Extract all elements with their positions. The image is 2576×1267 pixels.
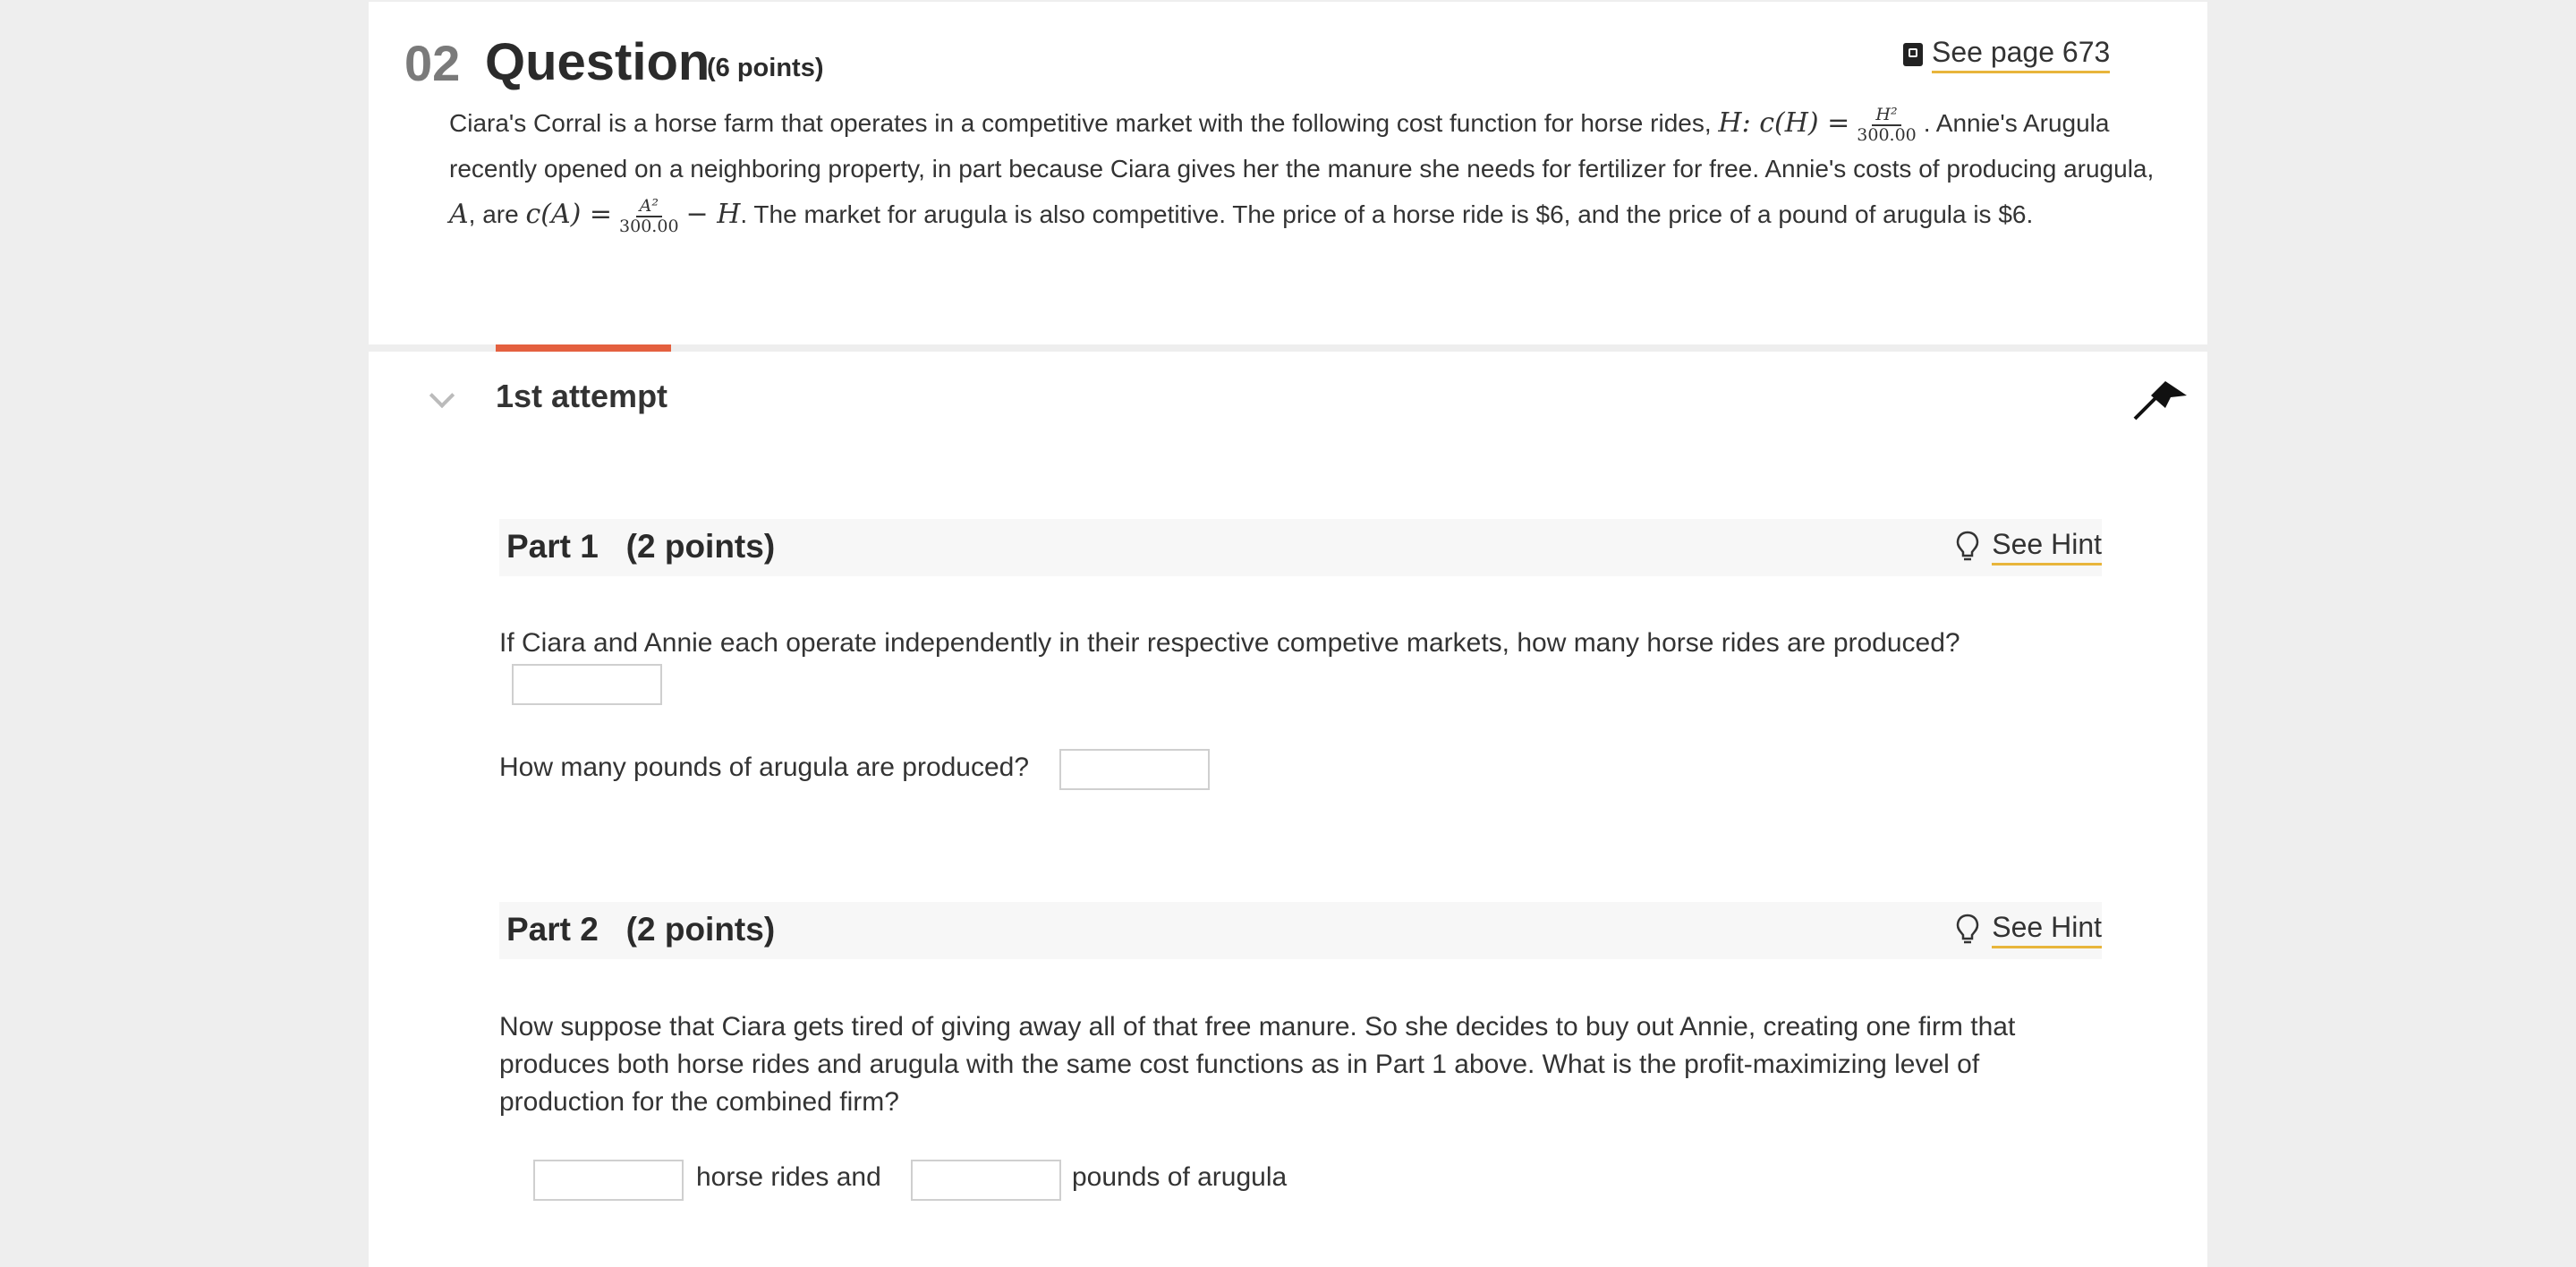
see-page-label: See page 673: [1932, 36, 2111, 73]
part-1-question-2: How many pounds of arugula are produced?: [499, 753, 1030, 782]
part-2-header: Part 2 (2 points) See Hint: [499, 902, 2102, 959]
part-1-question-1: If Ciara and Annie each operate independ…: [499, 628, 1960, 658]
fraction: H² 300.00: [1857, 104, 1917, 145]
attempt-tab-indicator: [496, 344, 671, 352]
chevron-down-icon[interactable]: [429, 382, 455, 409]
fraction: A² 300.00: [619, 195, 679, 236]
math-expression: A: [449, 199, 469, 230]
part-1-header: Part 1 (2 points) See Hint: [499, 519, 2102, 576]
horse-rides-label: horse rides and: [696, 1162, 881, 1192]
horse-rides-answer-input[interactable]: [512, 664, 662, 705]
part-1-hint-link[interactable]: See Hint: [1956, 528, 2102, 565]
combined-horse-rides-input[interactable]: [533, 1160, 684, 1201]
math-expression: − H: [685, 199, 741, 230]
part-2-question: Now suppose that Ciara gets tired of giv…: [499, 1012, 2016, 1117]
part-2-hint-label: See Hint: [1992, 911, 2102, 948]
combined-arugula-input[interactable]: [911, 1160, 1061, 1201]
question-title: Question: [485, 33, 710, 91]
question-number: 02: [404, 35, 461, 91]
lightbulb-icon: [1957, 914, 1979, 944]
question-card: 02 Question (6 points) See page 673 Ciar…: [369, 2, 2207, 1267]
question-points: (6 points): [707, 54, 824, 82]
part-2-hint-link[interactable]: See Hint: [1956, 911, 2102, 948]
math-expression: c(A) =: [525, 199, 613, 230]
part-1-title: Part 1 (2 points): [506, 528, 776, 565]
question-stem: Ciara's Corral is a horse farm that oper…: [449, 104, 2155, 236]
part-1-hint-label: See Hint: [1992, 528, 2102, 565]
arugula-answer-input[interactable]: [1059, 749, 1210, 790]
math-expression: H: c(H) =: [1718, 107, 1850, 139]
arugula-label: pounds of arugula: [1072, 1162, 1288, 1192]
attempt-label[interactable]: 1st attempt: [496, 378, 667, 415]
book-icon: [1903, 43, 1923, 66]
flag-icon[interactable]: [2131, 376, 2190, 422]
see-page-link[interactable]: See page 673: [1903, 36, 2111, 73]
part-2-title: Part 2 (2 points): [506, 911, 776, 948]
lightbulb-icon: [1957, 531, 1979, 561]
